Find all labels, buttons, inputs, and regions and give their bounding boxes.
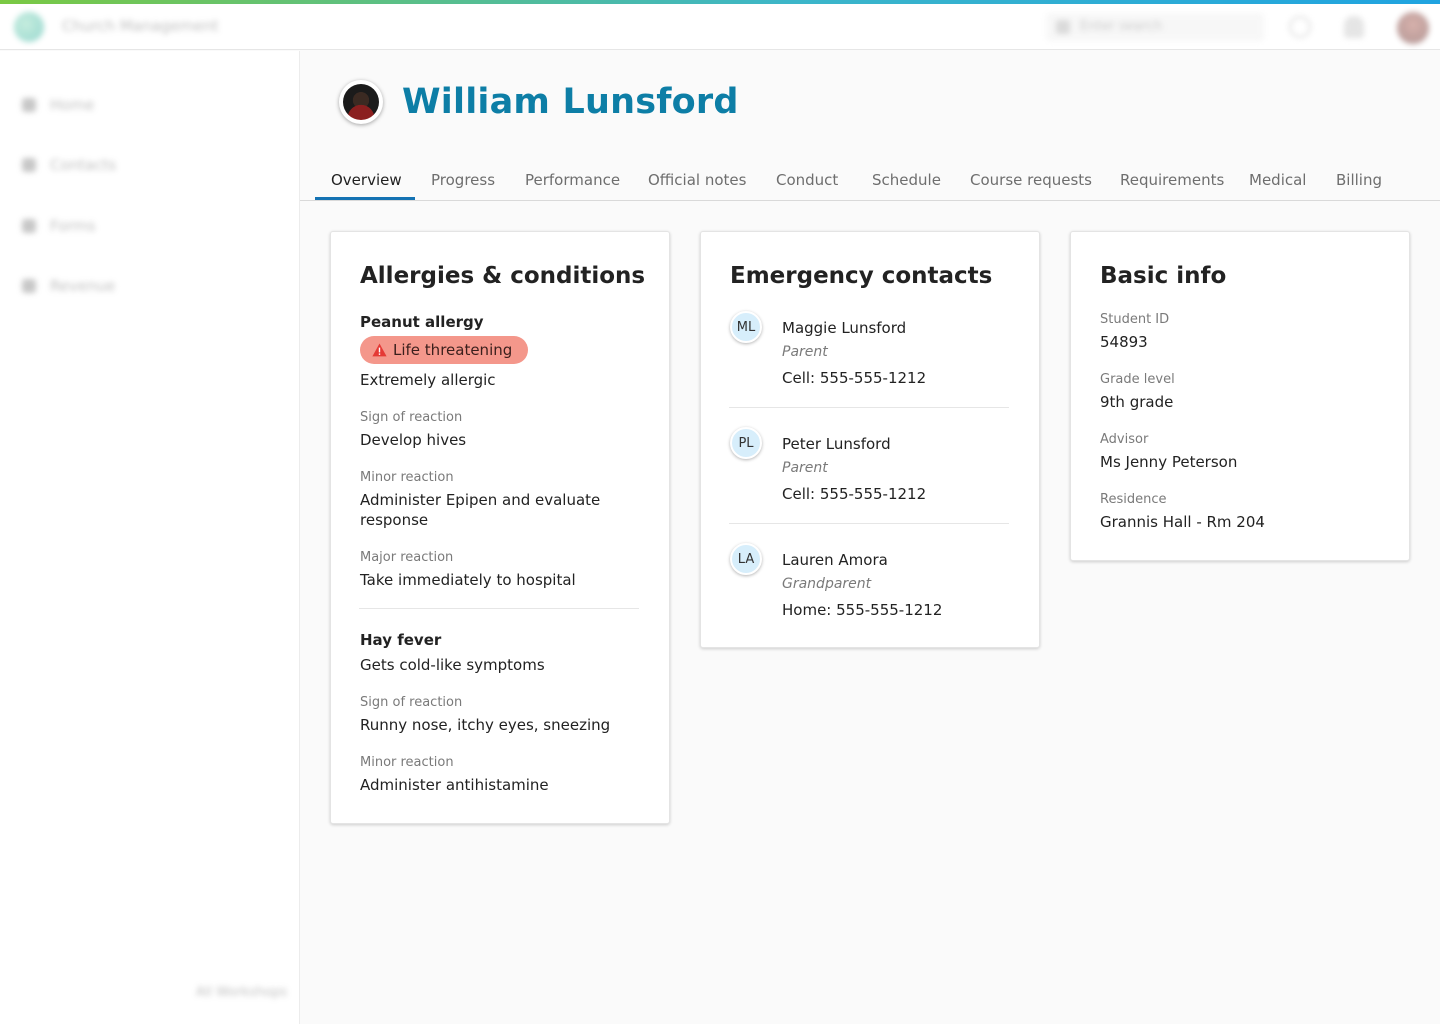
tab-overview[interactable]: Overview — [331, 171, 402, 189]
emergency-contacts-card: Emergency contacts ML Maggie Lunsford Pa… — [700, 231, 1040, 648]
field-label: Sign of reaction — [360, 410, 463, 425]
field-label: Advisor — [1100, 432, 1149, 447]
warning-triangle-icon — [372, 343, 387, 357]
residence-value: Grannis Hall - Rm 204 — [1100, 513, 1265, 531]
user-avatar[interactable] — [1397, 12, 1429, 44]
contact-relation: Grandparent — [782, 576, 872, 592]
severity-badge: Life threatening — [360, 336, 529, 364]
advisor-value: Ms Jenny Peterson — [1100, 453, 1238, 471]
field-label: Student ID — [1100, 312, 1170, 327]
tab-billing[interactable]: Billing — [1336, 171, 1382, 189]
field-label: Residence — [1100, 492, 1167, 507]
tab-performance[interactable]: Performance — [525, 171, 620, 189]
student-photo — [343, 84, 379, 120]
field-value-continued: response — [360, 511, 429, 529]
revenue-icon — [22, 279, 36, 293]
search-icon — [1056, 20, 1070, 34]
contact-initials-avatar: LA — [730, 543, 762, 575]
brand-name[interactable]: Church Management — [62, 17, 219, 35]
sidebar-item-label: Home — [50, 96, 95, 114]
top-bar: Church Management Enter search — [0, 4, 1440, 50]
allergy-name: Hay fever — [360, 631, 442, 649]
contact-phone[interactable]: Home: 555-555-1212 — [782, 601, 942, 619]
sidebar-item-revenue[interactable]: Revenue — [20, 275, 280, 299]
contacts-icon — [22, 158, 36, 172]
contact-initials-avatar: PL — [730, 427, 762, 459]
sidebar-item-forms[interactable]: Forms — [20, 215, 280, 239]
field-label: Sign of reaction — [360, 695, 463, 710]
home-icon — [22, 98, 36, 112]
brand-logo-icon[interactable] — [14, 12, 44, 42]
tab-requirements[interactable]: Requirements — [1120, 171, 1224, 189]
sidebar-footer-link[interactable]: All Workshops — [196, 985, 287, 1000]
allergies-card: Allergies & conditions Peanut allergy Li… — [330, 231, 670, 824]
field-value: Administer Epipen and evaluate — [360, 491, 601, 509]
allergy-name: Peanut allergy — [360, 313, 484, 331]
allergy-description: Gets cold-like symptoms — [360, 656, 545, 674]
contact-phone[interactable]: Cell: 555-555-1212 — [782, 485, 926, 503]
tab-progress[interactable]: Progress — [431, 171, 495, 189]
field-label: Grade level — [1100, 372, 1175, 387]
divider — [729, 523, 1009, 524]
divider — [359, 608, 639, 609]
basic-info-card: Basic info Student ID 54893 Grade level … — [1070, 231, 1410, 561]
grade-level-value: 9th grade — [1100, 393, 1174, 411]
sidebar-item-home[interactable]: Home — [20, 94, 280, 118]
sidebar-item-label: Forms — [50, 217, 96, 235]
contact-relation: Parent — [782, 344, 828, 360]
sidebar: Home Contacts Forms Revenue All Workshop… — [0, 51, 300, 1024]
field-value: Runny nose, itchy eyes, sneezing — [360, 716, 611, 734]
severity-badge-label: Life threatening — [393, 341, 513, 359]
student-name: William Lunsford — [402, 82, 739, 122]
field-label: Minor reaction — [360, 470, 454, 485]
search-placeholder: Enter search — [1080, 19, 1163, 34]
contact-initials-avatar: ML — [730, 311, 762, 343]
tab-official-notes[interactable]: Official notes — [648, 171, 746, 189]
forms-icon — [22, 219, 36, 233]
tab-bar: Overview Progress Performance Official n… — [300, 160, 1440, 201]
search-input[interactable]: Enter search — [1046, 13, 1264, 41]
sidebar-item-label: Contacts — [50, 156, 117, 174]
field-label: Major reaction — [360, 550, 454, 565]
card-title: Emergency contacts — [730, 263, 993, 289]
contact-name[interactable]: Peter Lunsford — [782, 435, 891, 453]
active-tab-indicator — [315, 197, 415, 200]
card-title: Allergies & conditions — [360, 263, 646, 289]
sidebar-item-contacts[interactable]: Contacts — [20, 154, 280, 178]
divider — [729, 407, 1009, 408]
field-value: Administer antihistamine — [360, 776, 549, 794]
tab-course-requests[interactable]: Course requests — [970, 171, 1092, 189]
tab-medical[interactable]: Medical — [1249, 171, 1306, 189]
contact-relation: Parent — [782, 460, 828, 476]
tab-schedule[interactable]: Schedule — [872, 171, 941, 189]
card-title: Basic info — [1100, 263, 1227, 289]
bell-icon[interactable] — [1344, 16, 1364, 38]
contact-name[interactable]: Lauren Amora — [782, 551, 888, 569]
contact-phone[interactable]: Cell: 555-555-1212 — [782, 369, 926, 387]
field-value: Develop hives — [360, 431, 467, 449]
tab-conduct[interactable]: Conduct — [776, 171, 838, 189]
field-label: Minor reaction — [360, 755, 454, 770]
contact-name[interactable]: Maggie Lunsford — [782, 319, 906, 337]
help-circle-icon[interactable] — [1289, 16, 1311, 38]
sidebar-item-label: Revenue — [50, 277, 116, 295]
allergy-description: Extremely allergic — [360, 371, 496, 389]
student-id-value: 54893 — [1100, 333, 1148, 351]
field-value: Take immediately to hospital — [360, 571, 576, 589]
student-avatar — [339, 80, 383, 124]
